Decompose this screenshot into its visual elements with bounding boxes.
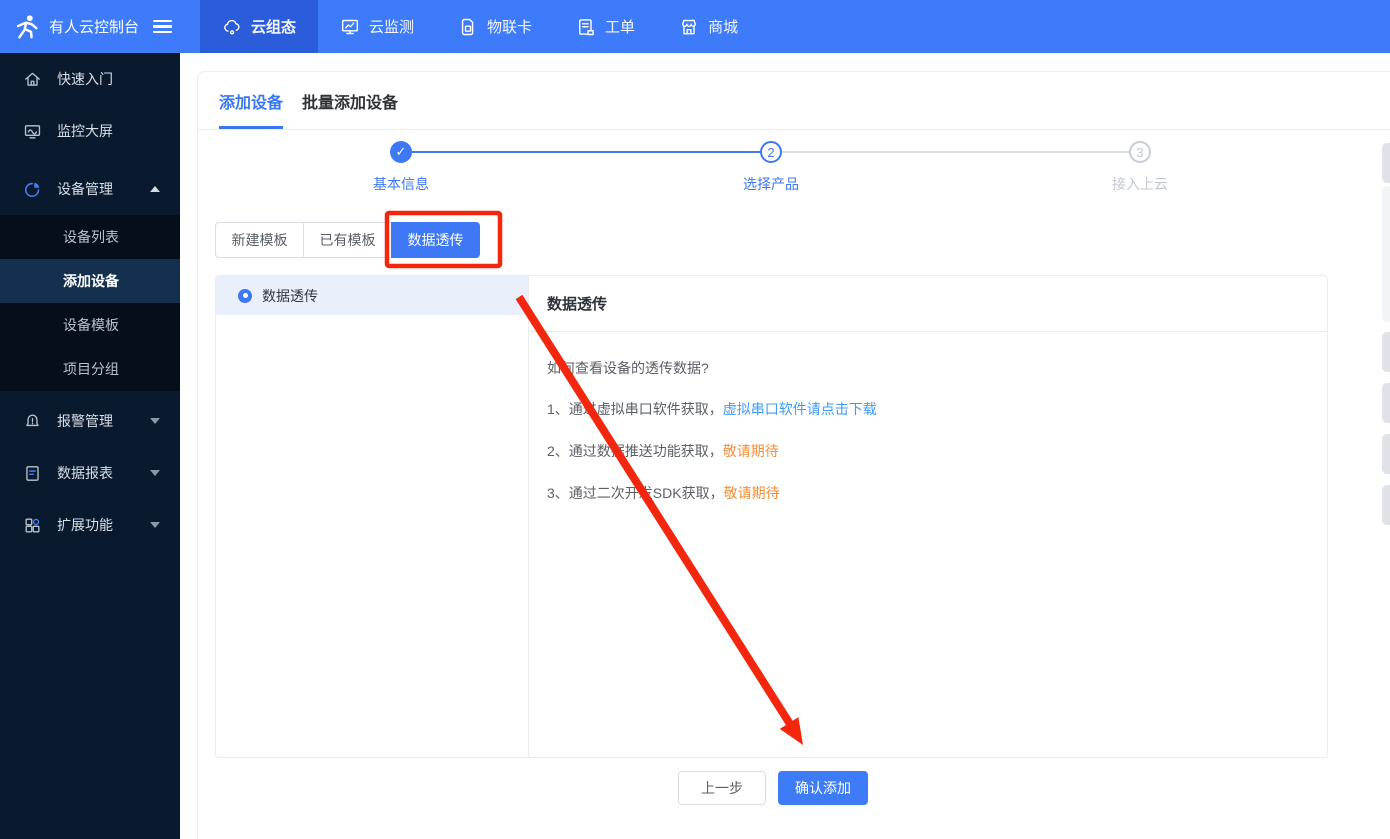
list-item-data-passthrough[interactable]: 数据透传: [216, 276, 528, 315]
runner-logo-icon: [16, 14, 38, 38]
step-2-circle: 2: [760, 141, 782, 163]
edge-tab[interactable]: [1382, 383, 1390, 423]
previous-step-button[interactable]: 上一步: [678, 771, 766, 805]
pending-text: 敬请期待: [722, 443, 779, 459]
nav-label: 云组态: [251, 19, 297, 36]
apps-grid-icon: [25, 517, 40, 533]
stepper-line-pending: [782, 151, 1129, 153]
sidebar-sublabel: 设备列表: [63, 229, 119, 245]
tab-add-device[interactable]: 添加设备: [219, 72, 284, 129]
scrollbar-thumb[interactable]: [1382, 143, 1390, 183]
pending-text: 敬请期待: [723, 485, 780, 501]
tab-data-passthrough[interactable]: 数据透传: [391, 222, 480, 258]
nav-item-iot-card[interactable]: 物联卡: [436, 0, 554, 53]
app-title: 有人云控制台: [49, 19, 140, 36]
sidebar-label: 数据报表: [57, 465, 113, 481]
passthrough-option-list: 数据透传: [216, 276, 529, 757]
device-pie-icon: [25, 182, 40, 197]
pane-body: 如何查看设备的透传数据? 1、通过虚拟串口软件获取，虚拟串口软件请点击下载 2、…: [529, 332, 1327, 525]
instruction-row: 2、通过数据推送功能获取，敬请期待: [547, 441, 1309, 461]
edge-tab[interactable]: [1382, 485, 1390, 525]
sidebar-subitem-project-group[interactable]: 项目分组: [0, 347, 180, 391]
sidebar-label: 监控大屏: [57, 123, 113, 139]
home-icon: [25, 72, 40, 86]
template-tab-group: 新建模板 已有模板 数据透传: [215, 222, 480, 258]
left-sidebar: 快速入门 监控大屏 设备管理 设备列表 添加设备 设备模板 项目分组 报警管理 …: [0, 53, 180, 839]
sidebar-label: 快速入门: [57, 71, 113, 87]
step-3-label: 接入上云: [1112, 176, 1168, 192]
confirm-add-button[interactable]: 确认添加: [778, 771, 868, 805]
tab-batch-add-device[interactable]: 批量添加设备: [302, 72, 398, 129]
cloud-icon: [224, 19, 240, 34]
radio-selected-icon[interactable]: [238, 288, 252, 303]
sidebar-sublabel: 项目分组: [63, 361, 119, 377]
sidebar-subitem-device-template[interactable]: 设备模板: [0, 303, 180, 347]
sidebar-item-device-management[interactable]: 设备管理: [0, 163, 180, 215]
sidebar-subitem-device-list[interactable]: 设备列表: [0, 215, 180, 259]
expand-caret-icon: [150, 522, 160, 528]
sidebar-label: 报警管理: [57, 413, 113, 429]
stepper-line-done: [412, 151, 760, 153]
download-link[interactable]: 虚拟串口软件请点击下载: [723, 401, 877, 417]
passthrough-panel: 数据透传 数据透传 如何查看设备的透传数据? 1、通过虚拟串口软件获取，虚拟串口…: [215, 275, 1328, 758]
nav-label: 商城: [708, 19, 739, 36]
work-order-icon: [579, 18, 594, 35]
page-tab-row: 添加设备 批量添加设备: [198, 72, 1390, 130]
big-screen-icon: [24, 124, 41, 139]
sidebar-sublabel: 设备模板: [63, 317, 119, 333]
nav-label: 工单: [605, 19, 636, 36]
sidebar-item-monitor-screen[interactable]: 监控大屏: [0, 105, 180, 157]
top-nav-list: 云组态 云监测 物联卡 工单 商城: [200, 0, 760, 53]
step-1-circle: ✓: [390, 141, 412, 163]
edge-tab[interactable]: [1382, 186, 1390, 322]
expand-caret-icon: [150, 418, 160, 424]
edge-tab[interactable]: [1382, 332, 1390, 372]
alarm-bell-icon: [26, 413, 39, 426]
nav-label: 云监测: [369, 19, 415, 36]
sidebar-subitem-add-device[interactable]: 添加设备: [0, 259, 180, 303]
sidebar-item-quick-start[interactable]: 快速入门: [0, 53, 180, 105]
edge-tab[interactable]: [1382, 434, 1390, 474]
sidebar-sublabel: 添加设备: [63, 273, 119, 289]
expand-caret-icon: [150, 470, 160, 476]
instruction-text: 1、通过虚拟串口软件获取，: [547, 401, 723, 417]
storefront-icon: [682, 19, 697, 34]
sidebar-label: 扩展功能: [57, 517, 113, 533]
hamburger-menu-icon[interactable]: [153, 19, 173, 34]
monitor-chart-icon: [341, 19, 359, 34]
nav-item-cloud-scada[interactable]: 云组态: [200, 0, 319, 53]
nav-label: 物联卡: [487, 19, 533, 36]
instruction-text: 2、通过数据推送功能获取，: [547, 443, 723, 459]
nav-item-cloud-monitor[interactable]: 云监测: [318, 0, 436, 53]
nav-item-work-order[interactable]: 工单: [554, 0, 657, 53]
sidebar-item-extensions[interactable]: 扩展功能: [0, 499, 180, 551]
list-item-label: 数据透传: [262, 287, 318, 304]
app-window: 有人云控制台 云组态 云监测 物联卡 工单 商城 快速入门 监控大屏 设备管理 …: [0, 0, 1390, 839]
report-doc-icon: [26, 465, 39, 481]
sidebar-item-alarm-management[interactable]: 报警管理: [0, 395, 180, 447]
step-3-circle: 3: [1129, 141, 1151, 163]
passthrough-detail-pane: 数据透传 如何查看设备的透传数据? 1、通过虚拟串口软件获取，虚拟串口软件请点击…: [529, 276, 1327, 757]
pane-title: 数据透传: [529, 276, 1327, 332]
question-text: 如何查看设备的透传数据?: [547, 360, 709, 376]
nav-item-mall[interactable]: 商城: [657, 0, 760, 53]
tab-new-template[interactable]: 新建模板: [215, 222, 304, 258]
sidebar-label: 设备管理: [57, 181, 113, 197]
check-icon: ✓: [395, 144, 407, 159]
instruction-row: 1、通过虚拟串口软件获取，虚拟串口软件请点击下载: [547, 399, 1309, 419]
instruction-text: 3、通过二次开发SDK获取，: [547, 485, 724, 501]
logo-area: 有人云控制台: [0, 0, 180, 53]
step-2-label: 选择产品: [743, 176, 799, 192]
device-management-submenu: 设备列表 添加设备 设备模板 项目分组: [0, 215, 180, 391]
top-navbar: 有人云控制台 云组态 云监测 物联卡 工单 商城: [0, 0, 1390, 53]
step-1-label: 基本信息: [373, 176, 429, 192]
instruction-row: 3、通过二次开发SDK获取，敬请期待: [547, 483, 1309, 503]
sidebar-item-data-report[interactable]: 数据报表: [0, 447, 180, 499]
tab-existing-template[interactable]: 已有模板: [303, 222, 392, 258]
sim-card-icon: [461, 18, 474, 35]
collapse-caret-icon: [150, 186, 160, 192]
